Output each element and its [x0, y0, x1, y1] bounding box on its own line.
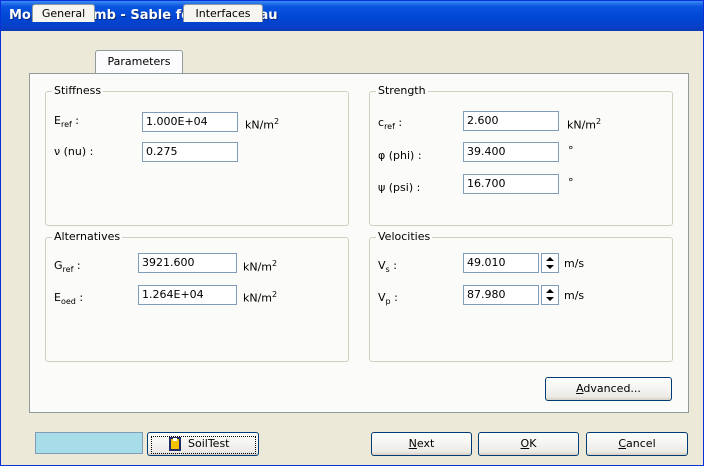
vs-unit: m/s — [564, 257, 585, 270]
alternatives-group: Alternatives Gref : 3921.600 kN/m2 Eoed … — [45, 230, 349, 362]
stiffness-legend: Stiffness — [52, 84, 104, 97]
phi-unit: ° — [568, 144, 574, 157]
soiltest-button[interactable]: SoilTest — [147, 432, 259, 456]
eoed-input[interactable]: 1.264E+04 — [138, 285, 237, 305]
vs-label: Vs : — [378, 259, 397, 275]
tab-parameters-label: Parameters — [107, 55, 171, 68]
velocities-group: Velocities Vs : 49.010 m/s Vp : 87.980 m… — [369, 230, 673, 362]
psi-label: ψ (psi) : — [378, 181, 421, 194]
strength-legend: Strength — [376, 84, 428, 97]
gref-unit: kN/m2 — [243, 259, 278, 274]
tab-general[interactable]: General — [32, 4, 95, 22]
eoed-label: Eoed : — [54, 291, 84, 307]
advanced-label: dvanced... — [583, 382, 641, 395]
next-mnemonic: N — [408, 437, 417, 450]
nu-input[interactable]: 0.275 — [142, 142, 238, 162]
vp-input[interactable]: 87.980 — [463, 285, 539, 305]
cancel-mnemonic: C — [618, 437, 627, 450]
vp-spinner[interactable] — [541, 285, 559, 305]
soiltest-label: SoilTest — [188, 437, 230, 450]
ok-button[interactable]: OK — [478, 432, 579, 456]
vs-input[interactable]: 49.010 — [463, 253, 539, 273]
eref-unit: kN/m2 — [245, 117, 280, 132]
psi-input[interactable]: 16.700 — [463, 174, 559, 194]
spin-down-icon[interactable] — [544, 295, 556, 303]
next-label: ext — [416, 437, 435, 450]
eref-label: Eref : — [54, 114, 80, 130]
ok-label: K — [529, 437, 537, 450]
cancel-button[interactable]: Cancel — [586, 432, 688, 456]
gref-label: Gref : — [54, 259, 81, 275]
gref-input[interactable]: 3921.600 — [138, 253, 237, 273]
cref-label: cref : — [378, 116, 403, 132]
tab-parameters[interactable]: Parameters — [95, 50, 183, 73]
vs-spinner[interactable] — [541, 253, 559, 273]
cref-unit: kN/m2 — [567, 117, 602, 132]
dialog-window: Mohr-Coulomb - Sable fontainebleau Gener… — [0, 0, 704, 466]
velocities-legend: Velocities — [376, 230, 433, 243]
parameters-panel: Stiffness Eref : 1.000E+04 kN/m2 ν (nu) … — [29, 73, 689, 413]
phi-input[interactable]: 39.400 — [463, 142, 559, 162]
tab-interfaces[interactable]: Interfaces — [183, 4, 263, 22]
advanced-button[interactable]: Advanced... — [545, 377, 672, 401]
alternatives-legend: Alternatives — [52, 230, 123, 243]
soiltest-icon — [169, 437, 181, 451]
nu-label: ν (nu) : — [54, 145, 94, 158]
spin-up-icon[interactable] — [544, 255, 556, 263]
strength-group: Strength cref : 2.600 kN/m2 φ (phi) : 39… — [369, 84, 673, 226]
vp-unit: m/s — [564, 289, 585, 302]
ok-mnemonic: O — [520, 437, 530, 450]
cancel-label: ancel — [626, 437, 656, 450]
next-button[interactable]: Next — [371, 432, 472, 456]
tab-interfaces-label: Interfaces — [195, 7, 251, 20]
eref-input[interactable]: 1.000E+04 — [142, 112, 238, 132]
phi-label: φ (phi) : — [378, 149, 422, 162]
psi-unit: ° — [568, 176, 574, 189]
spin-up-icon[interactable] — [544, 287, 556, 295]
spin-down-icon[interactable] — [544, 263, 556, 271]
title-bar[interactable]: Mohr-Coulomb - Sable fontainebleau — [1, 1, 703, 31]
cref-input[interactable]: 2.600 — [463, 111, 559, 131]
material-color-swatch[interactable] — [35, 432, 143, 454]
vp-label: Vp : — [378, 291, 398, 307]
stiffness-group: Stiffness Eref : 1.000E+04 kN/m2 ν (nu) … — [45, 84, 349, 226]
tab-general-label: General — [41, 7, 86, 20]
eoed-unit: kN/m2 — [243, 290, 278, 305]
